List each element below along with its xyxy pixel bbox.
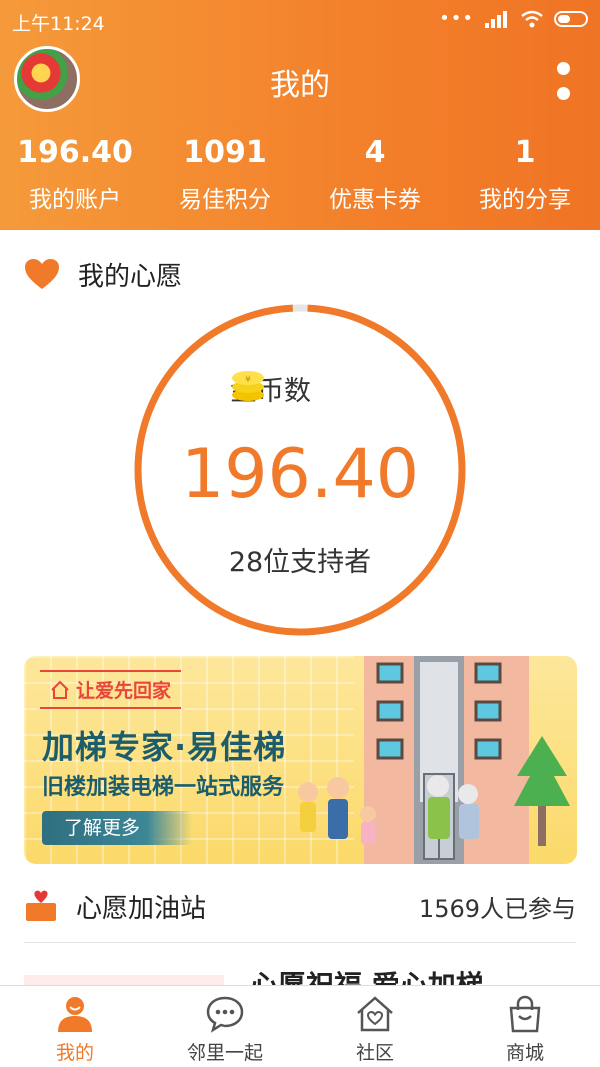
tab-label: 商城 (505, 1042, 544, 1064)
coin-stack-icon: ¥ (232, 371, 264, 401)
wifi-icon (521, 10, 543, 28)
tab-mall[interactable]: 商城 (450, 986, 600, 1067)
person-icon (58, 997, 92, 1032)
stat-points[interactable]: 1091 易佳积分 (156, 132, 294, 222)
tab-label: 邻里一起 (186, 1042, 263, 1064)
stat-value: 1 (514, 135, 536, 170)
tree-illustration (514, 736, 570, 846)
tab-label: 社区 (355, 1042, 394, 1064)
tab-community[interactable]: 社区 (300, 986, 450, 1067)
wish-title: 我的心愿 (78, 261, 183, 292)
coin-value: 196.40 (181, 435, 419, 514)
more-menu-icon[interactable] (556, 62, 570, 100)
tab-label: 我的 (55, 1042, 94, 1064)
banner-tag: 让爱先回家 (40, 670, 182, 709)
stat-shares[interactable]: 1 我的分享 (456, 132, 594, 222)
stat-value: 4 (364, 135, 386, 170)
coin-row: ¥ 金币数 (230, 368, 311, 408)
stat-label: 易佳积分 (179, 187, 271, 213)
gift-heart-icon (26, 890, 56, 921)
status-time: 上午11:24 (12, 13, 105, 35)
status-bar: 上午11:24 ••• (0, 0, 600, 40)
stat-account[interactable]: 196.40 我的账户 (6, 132, 144, 222)
stat-value: 1091 (183, 135, 267, 170)
station-title: 心愿加油站 (76, 893, 207, 924)
bottom-tab-bar: 我的 邻里一起 社区 商城 (0, 985, 600, 1067)
tab-mine[interactable]: 我的 (0, 986, 150, 1067)
content-card: 我的心愿 ¥ 金币数 196.40 28位支持者 让爱先回家 加梯专家·易佳梯 … (0, 230, 600, 985)
shopping-bag-icon (509, 995, 541, 1033)
banner-title: 加梯专家·易佳梯 (42, 728, 287, 766)
banner-tag-text: 让爱先回家 (76, 680, 172, 702)
house-heart-icon (357, 996, 393, 1032)
wish-item-thumbnail[interactable] (24, 975, 224, 985)
banner-subtitle: 旧楼加装电梯一站式服务 (42, 775, 285, 800)
status-icons: ••• (439, 10, 588, 28)
page-title: 我的 (270, 68, 330, 103)
more-dots-icon: ••• (439, 8, 474, 29)
wish-section-header: 我的心愿 (24, 254, 182, 294)
heart-icon (25, 259, 59, 289)
learn-more-button[interactable]: 了解更多 (42, 811, 192, 845)
supporters-count: 28位支持者 (228, 547, 372, 578)
divider (24, 942, 576, 943)
signal-icon (485, 11, 507, 28)
stat-label: 优惠卡券 (329, 187, 421, 213)
promo-banner[interactable]: 让爱先回家 加梯专家·易佳梯 旧楼加装电梯一站式服务 了解更多 (24, 656, 577, 864)
participant-count: 1569人已参与 (418, 894, 576, 923)
stat-coupons[interactable]: 4 优惠卡券 (306, 132, 444, 222)
house-icon (51, 680, 69, 699)
battery-icon (554, 11, 588, 27)
chat-icon (206, 996, 244, 1033)
wish-item-title[interactable]: 心愿祝福 爱心加梯 (250, 968, 580, 985)
station-left: 心愿加油站 (24, 888, 206, 925)
profile-header: 上午11:24 ••• 我的 196.40 我的账户 1091 易佳积分 4 优… (0, 0, 600, 230)
account-stats: 196.40 我的账户 1091 易佳积分 4 优惠卡券 1 我的分享 (0, 132, 600, 222)
stat-label: 我的账户 (29, 187, 121, 213)
stat-value: 196.40 (17, 135, 133, 170)
svg-text:¥: ¥ (245, 375, 251, 385)
tab-neighbors[interactable]: 邻里一起 (150, 986, 300, 1067)
stat-label: 我的分享 (479, 187, 571, 213)
coin-progress-ring[interactable]: ¥ 金币数 196.40 28位支持者 (130, 300, 470, 640)
family-illustration (298, 775, 479, 844)
wish-station-row[interactable]: 心愿加油站 1569人已参与 (24, 876, 576, 936)
